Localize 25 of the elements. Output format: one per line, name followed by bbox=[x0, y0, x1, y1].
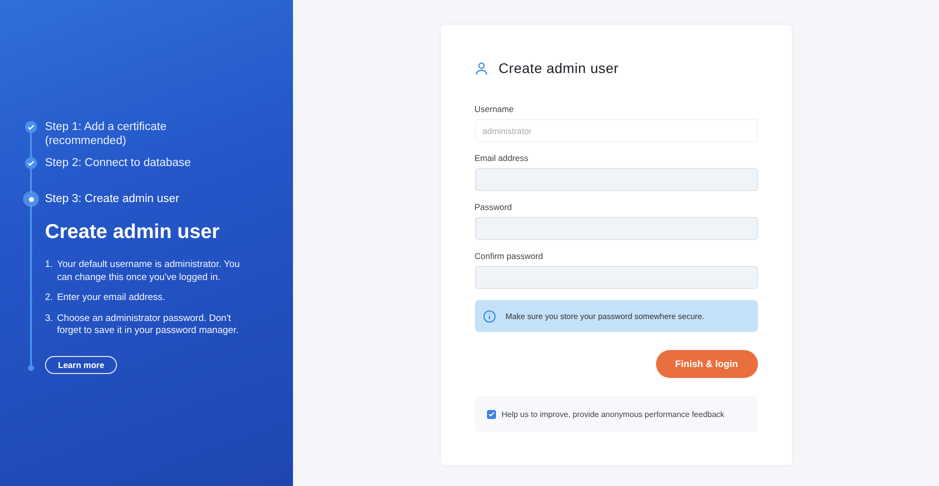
input-field[interactable] bbox=[474, 168, 758, 191]
step-heading: Create admin user bbox=[45, 220, 221, 245]
list-number: 2. bbox=[45, 292, 53, 304]
input-field[interactable] bbox=[474, 217, 758, 240]
field-label: Password bbox=[474, 202, 513, 212]
field-label: Confirm password bbox=[474, 251, 544, 261]
input-field[interactable] bbox=[474, 266, 758, 289]
list-number: 3. bbox=[45, 312, 53, 326]
learn-more-button[interactable]: Learn more bbox=[45, 356, 118, 374]
field-label: Email address bbox=[474, 153, 530, 163]
checkbox[interactable] bbox=[486, 410, 496, 418]
instruction-text: Choose an administrator password. Don't forget to save it in your password manager. bbox=[56, 312, 240, 338]
info-text: Make sure you store your password somewhere secure. bbox=[506, 312, 704, 320]
instruction-text: Enter your email address. bbox=[56, 292, 166, 304]
step-label: Step 2: Connect to database bbox=[45, 156, 191, 170]
field-label: Username bbox=[474, 104, 515, 114]
instruction-text: Your default username is administrator. You can change this once you've logged in. bbox=[56, 259, 241, 284]
list-number: 1. bbox=[45, 259, 53, 272]
checkbox-label: Help us to improve, provide anonymous performance feedback bbox=[502, 410, 724, 418]
info-icon bbox=[482, 310, 496, 322]
form-title: Create admin user bbox=[498, 60, 619, 76]
step-label: Step 3: Create admin user bbox=[45, 192, 180, 206]
user-icon bbox=[474, 62, 488, 74]
finish-login-button[interactable]: Finish & login bbox=[656, 350, 758, 378]
step-label: Step 1: Add a certificate (recommended) bbox=[45, 120, 168, 148]
